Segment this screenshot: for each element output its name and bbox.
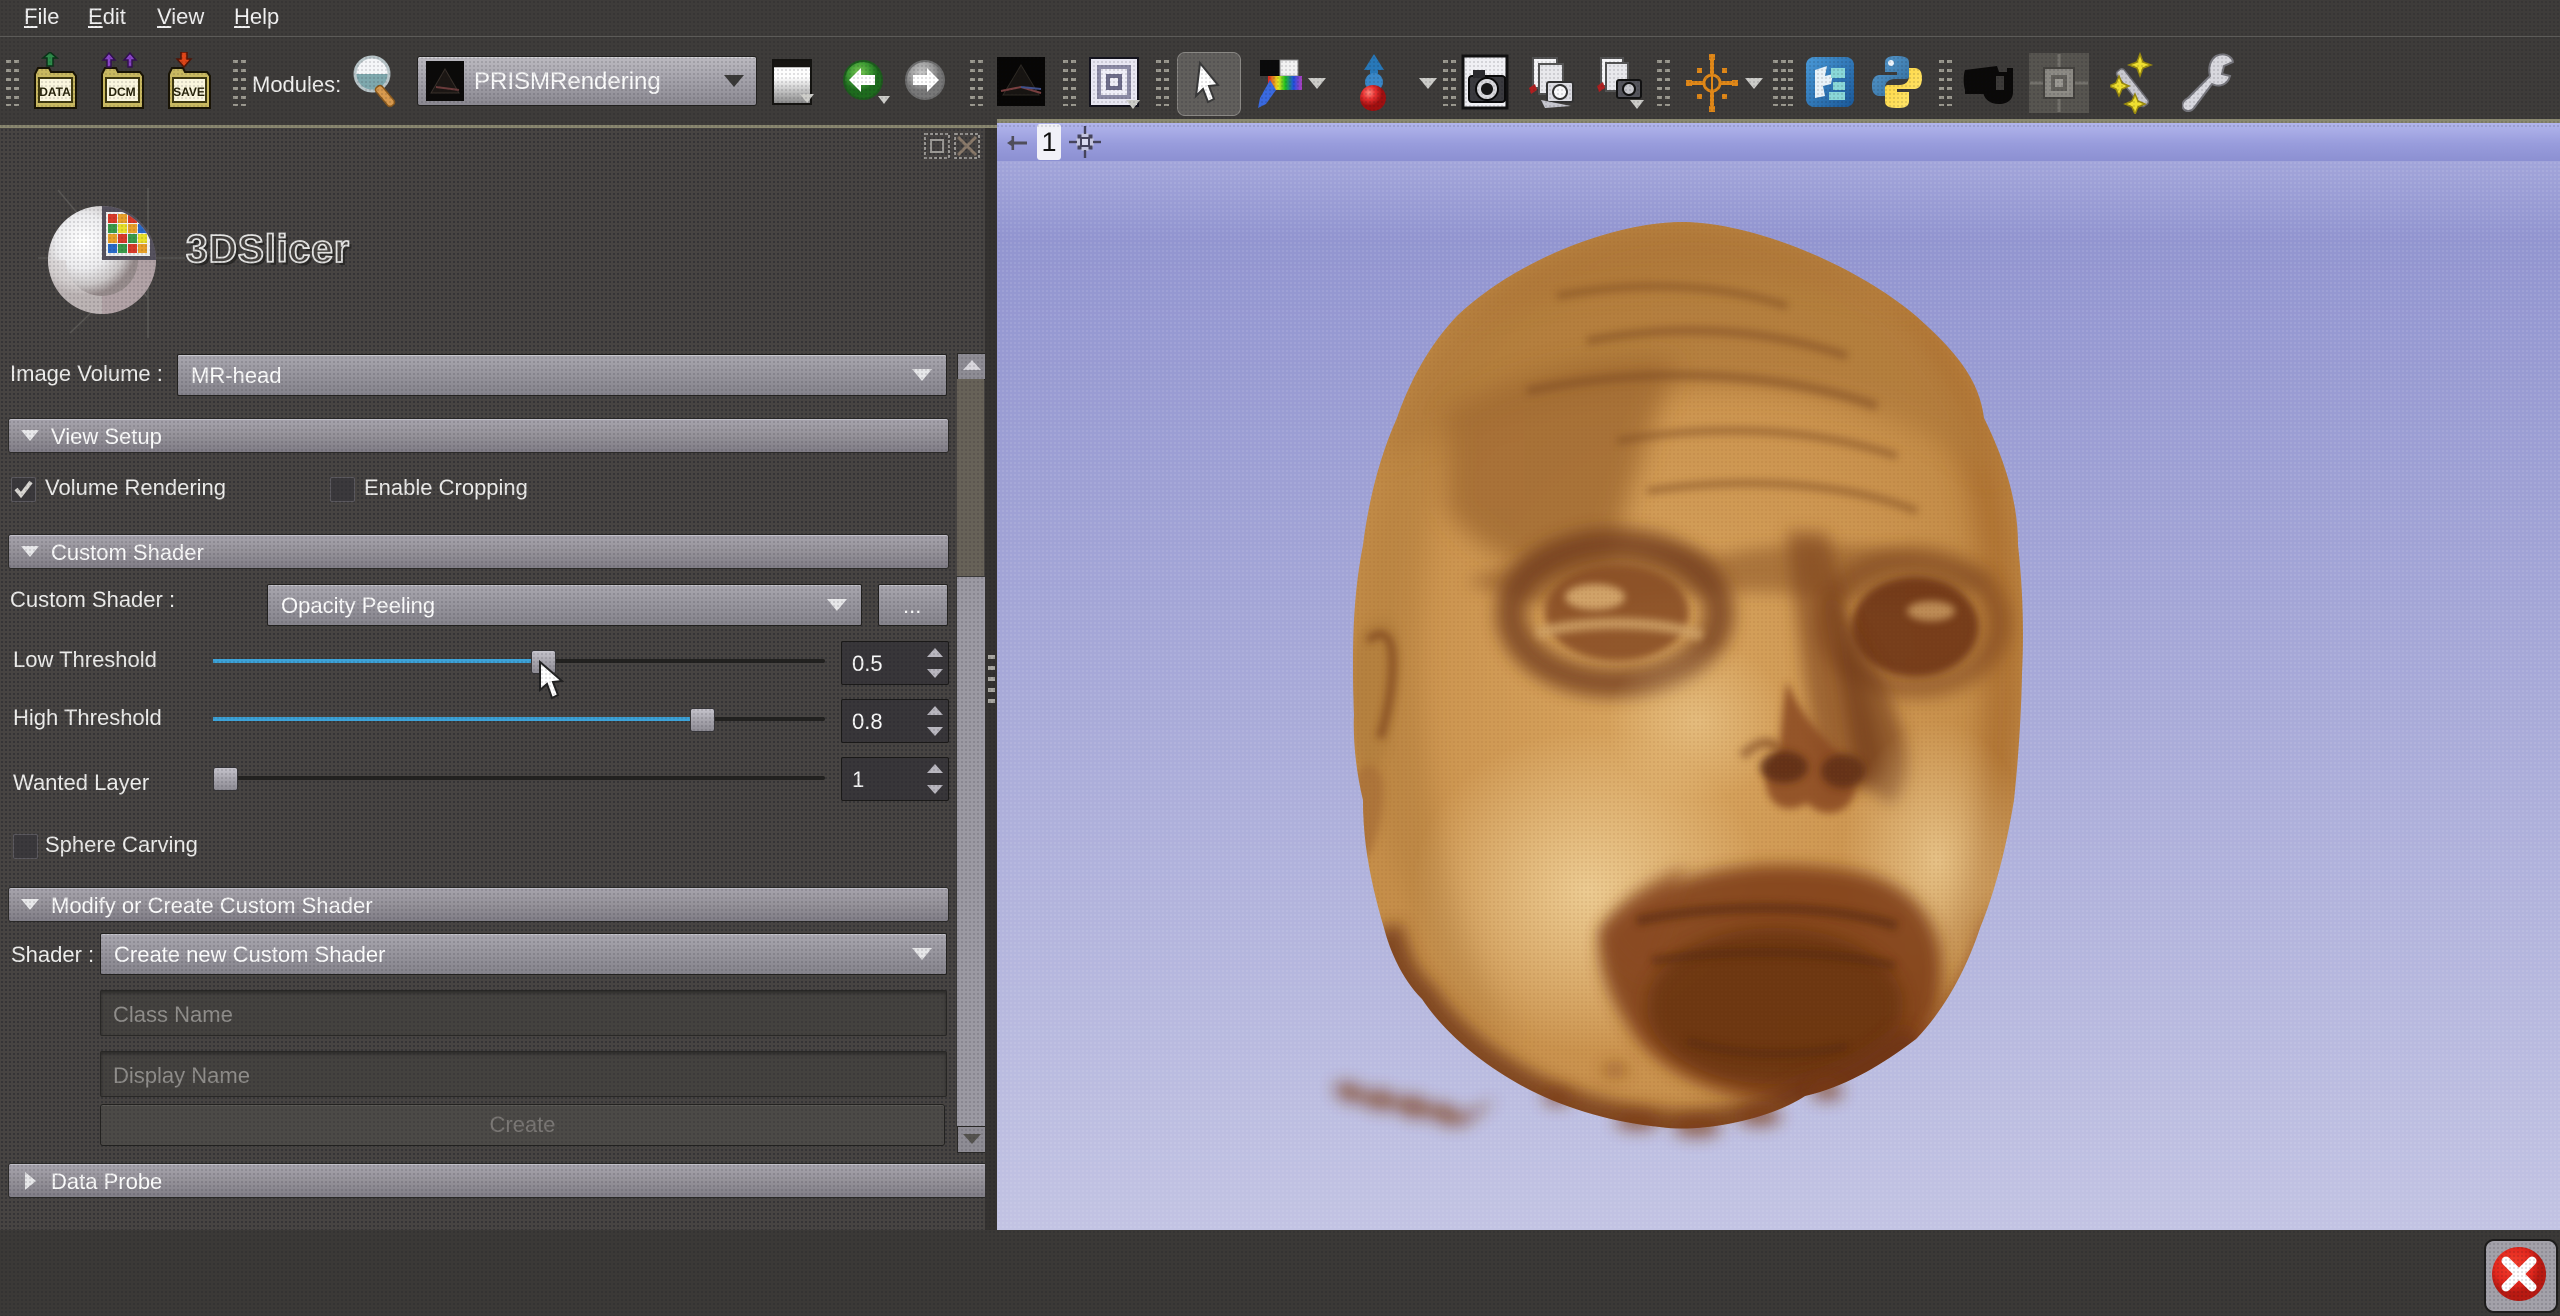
svg-text:DATA: DATA	[39, 85, 71, 99]
svg-text:DCM: DCM	[108, 85, 135, 99]
svg-text:SAVE: SAVE	[173, 85, 205, 99]
